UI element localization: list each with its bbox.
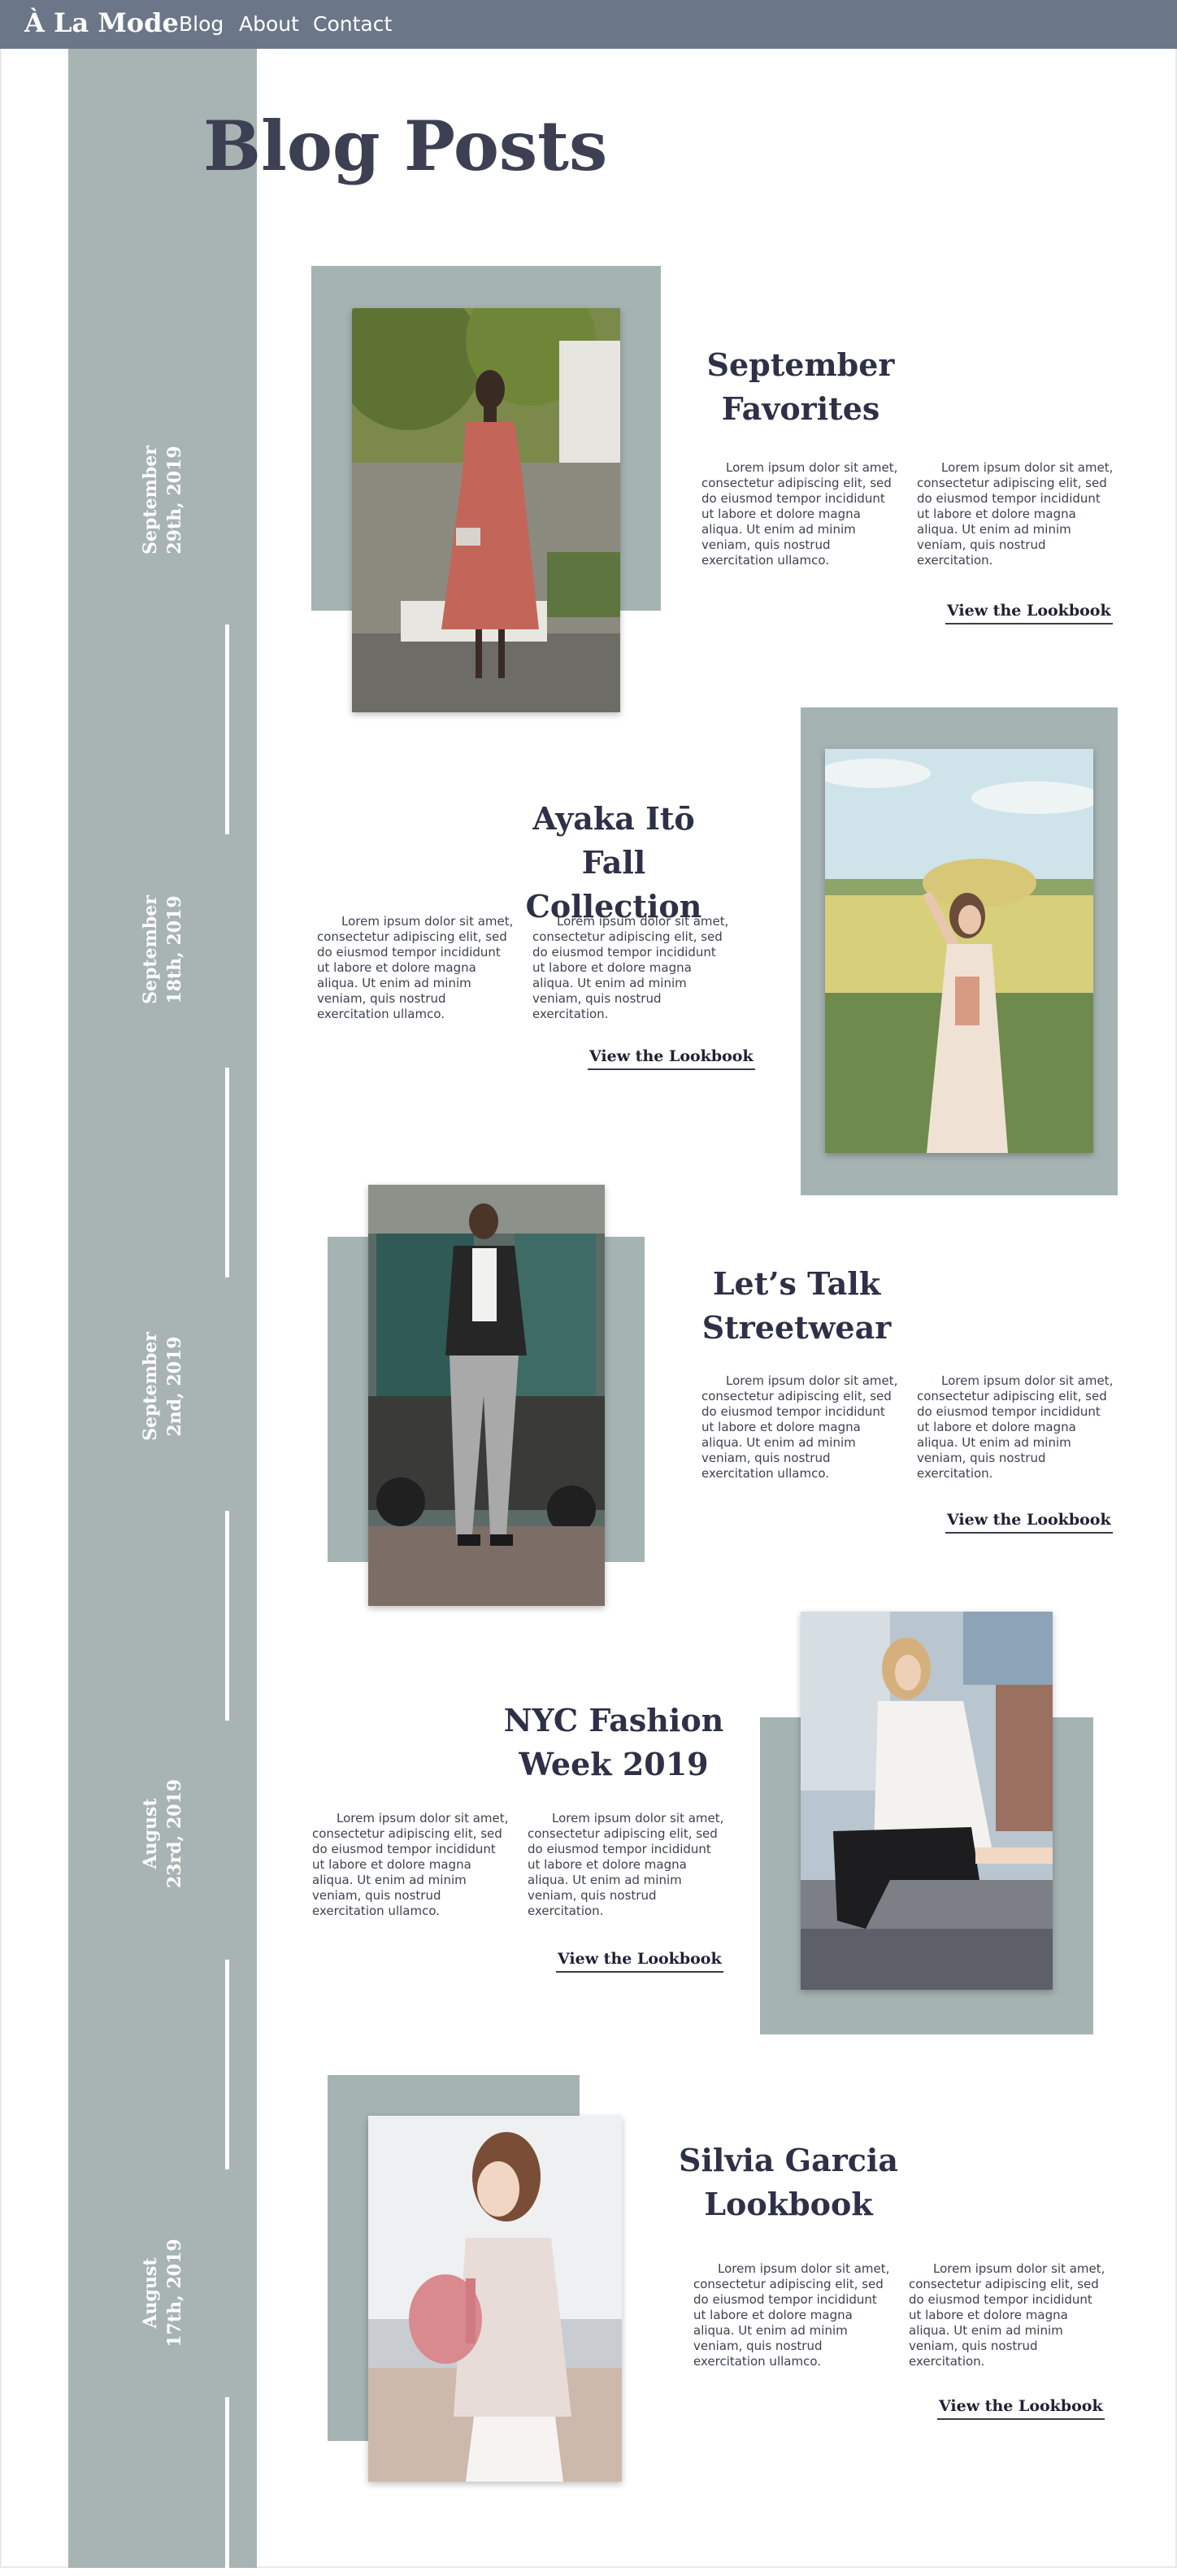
post-4-photo[interactable] xyxy=(801,1612,1053,1990)
post-4-lookbook-link[interactable]: View the Lookbook xyxy=(556,1947,723,1973)
timeline-tick xyxy=(225,1068,229,1277)
post-5-title: Silvia Garcia Lookbook xyxy=(675,2139,902,2226)
post-3-excerpt-col-1: Lorem ipsum dolor sit amet, consectetur … xyxy=(701,1373,898,1481)
post-3-photo[interactable] xyxy=(368,1185,605,1606)
post-1-photo[interactable] xyxy=(352,308,620,712)
timeline-sidebar: September 29th, 2019 September 18th, 201… xyxy=(68,49,257,2576)
streetwear-man-photo xyxy=(368,1185,605,1606)
post-3-lookbook-link[interactable]: View the Lookbook xyxy=(945,1508,1113,1534)
date-line: 29th, 2019 xyxy=(164,446,185,555)
seated-woman-photo xyxy=(801,1612,1053,1990)
post-4-excerpt-col-1: Lorem ipsum dolor sit amet, consectetur … xyxy=(312,1811,509,1918)
post-title-line: Streetwear xyxy=(701,1309,892,1346)
brand-logo[interactable]: À La Mode xyxy=(24,5,179,41)
post-5-lookbook-link[interactable]: View the Lookbook xyxy=(937,2395,1105,2420)
timeline-tick xyxy=(225,1960,229,2169)
date-line: 17th, 2019 xyxy=(164,2239,185,2348)
date-line: September xyxy=(140,895,161,1004)
date-line: 2nd, 2019 xyxy=(164,1336,185,1437)
nav-link-contact[interactable]: Contact xyxy=(313,10,392,39)
post-title-line: Ayaka Itō xyxy=(532,800,695,837)
timeline-tick xyxy=(225,2397,229,2576)
date-line: 18th, 2019 xyxy=(164,895,185,1004)
date-line: August xyxy=(140,2257,161,2329)
post-2-excerpt-col-2: Lorem ipsum dolor sit amet, consectetur … xyxy=(532,914,729,1021)
post-1-lookbook-link[interactable]: View the Lookbook xyxy=(945,599,1113,624)
nav-link-about[interactable]: About xyxy=(239,10,299,39)
post-5-excerpt-col-2: Lorem ipsum dolor sit amet, consectetur … xyxy=(909,2261,1105,2369)
post-title-line: Week 2019 xyxy=(519,1746,709,1782)
post-1-excerpt-col-2: Lorem ipsum dolor sit amet, consectetur … xyxy=(917,460,1114,568)
post-1-title: September Favorites xyxy=(691,343,910,431)
date-line: August xyxy=(140,1798,161,1869)
post-title-line: Lookbook xyxy=(704,2186,873,2222)
post-5-photo[interactable] xyxy=(368,2116,622,2482)
post-title-line: September xyxy=(706,346,895,383)
post-5-excerpt-col-1: Lorem ipsum dolor sit amet, consectetur … xyxy=(693,2261,890,2369)
post-2-excerpt-col-1: Lorem ipsum dolor sit amet, consectetur … xyxy=(317,914,514,1021)
timeline-tick xyxy=(225,1511,229,1721)
date-line: 23rd, 2019 xyxy=(164,1778,185,1889)
post-2-photo[interactable] xyxy=(825,749,1093,1153)
page-title: Blog Posts xyxy=(203,106,608,186)
post-3-title: Let’s Talk Streetwear xyxy=(691,1262,902,1350)
post-4-excerpt-col-2: Lorem ipsum dolor sit amet, consectetur … xyxy=(528,1811,724,1918)
post-4-title: NYC Fashion Week 2019 xyxy=(496,1699,732,1786)
woman-in-dress-photo xyxy=(352,308,620,712)
nav-link-blog[interactable]: Blog xyxy=(179,10,224,39)
post-1-excerpt-col-1: Lorem ipsum dolor sit amet, consectetur … xyxy=(701,460,898,568)
post-2-lookbook-link[interactable]: View the Lookbook xyxy=(588,1045,755,1070)
pink-backpack-photo xyxy=(368,2116,622,2482)
flower-field-photo xyxy=(825,749,1093,1153)
post-title-line: Favorites xyxy=(721,390,880,427)
post-3-excerpt-col-2: Lorem ipsum dolor sit amet, consectetur … xyxy=(917,1373,1114,1481)
date-line: September xyxy=(140,446,161,555)
post-title-line: Let’s Talk xyxy=(712,1265,881,1302)
top-nav-bar: À La Mode Blog About Contact xyxy=(0,0,1177,49)
timeline-tick xyxy=(225,624,229,834)
post-title-line: NYC Fashion xyxy=(503,1702,724,1738)
post-title-line: Silvia Garcia xyxy=(679,2142,898,2178)
date-line: September xyxy=(140,1332,161,1441)
post-2-title: Ayaka Itō Fall Collection xyxy=(496,797,732,929)
